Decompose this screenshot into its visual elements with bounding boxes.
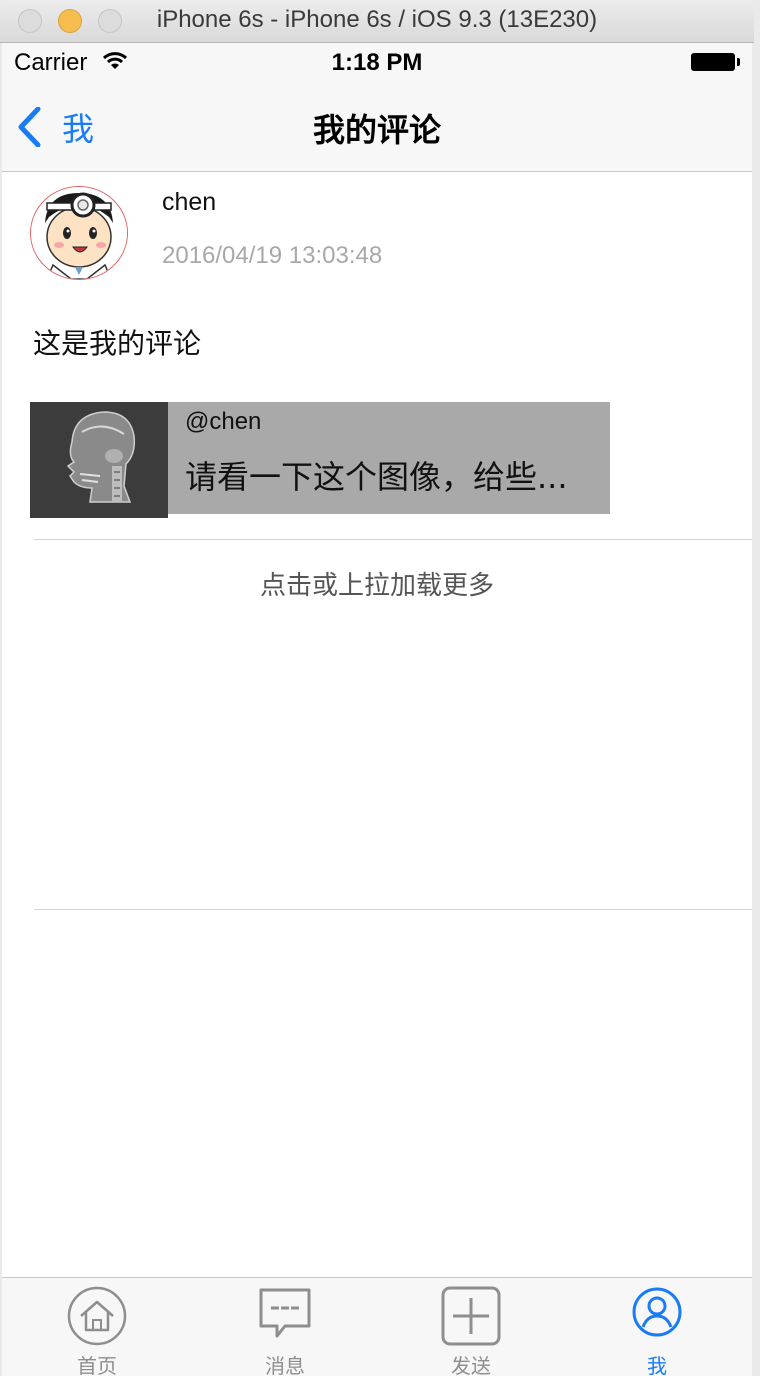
window-title: iPhone 6s - iPhone 6s / iOS 9.3 (13E230): [156, 6, 598, 33]
quoted-post-author: @chen: [185, 408, 262, 435]
avatar[interactable]: [30, 186, 128, 280]
status-bar: Carrier 1:18 PM: [2, 43, 752, 83]
tab-send[interactable]: 发送: [406, 1278, 536, 1376]
status-time: 1:18 PM: [331, 49, 423, 76]
plus-icon: [441, 1286, 501, 1346]
battery-nub: [737, 58, 740, 66]
comment-author[interactable]: chen: [162, 188, 216, 217]
battery-icon: [691, 53, 735, 71]
navigation-bar: 我 我的评论: [2, 83, 752, 172]
tab-bar: 首页 消息 发送 我: [2, 1277, 752, 1376]
tab-send-label: 发送: [451, 1354, 491, 1376]
comment-timestamp: 2016/04/19 13:03:48: [162, 242, 383, 269]
tab-me-label: 我: [647, 1354, 667, 1376]
divider: [34, 539, 752, 540]
quoted-post-card[interactable]: @chen 请看一下这个图像，给些...: [30, 402, 610, 518]
tab-messages-label: 消息: [265, 1354, 305, 1376]
simulator-title-bar: iPhone 6s - iPhone 6s / iOS 9.3 (13E230): [0, 0, 754, 43]
xray-skull-image: [30, 402, 168, 518]
comment-text: 这是我的评论: [33, 327, 202, 360]
tab-home-label: 首页: [77, 1354, 117, 1376]
person-icon: [632, 1287, 682, 1337]
page-title: 我的评论: [312, 111, 441, 149]
load-more-button[interactable]: 点击或上拉加载更多: [2, 565, 752, 602]
tab-home[interactable]: 首页: [32, 1278, 162, 1376]
tab-messages[interactable]: 消息: [220, 1278, 350, 1376]
home-icon: [67, 1286, 127, 1346]
doctor-avatar-image: [31, 187, 127, 279]
quoted-post-text: 请看一下这个图像，给些...: [185, 458, 568, 496]
message-icon: [259, 1288, 311, 1338]
quoted-post-thumbnail: [30, 402, 168, 518]
tab-me[interactable]: 我: [592, 1278, 722, 1376]
divider: [34, 909, 752, 910]
phone-screen: Carrier 1:18 PM 我 我的评论 chen 2016/04/19 1…: [2, 43, 752, 1376]
